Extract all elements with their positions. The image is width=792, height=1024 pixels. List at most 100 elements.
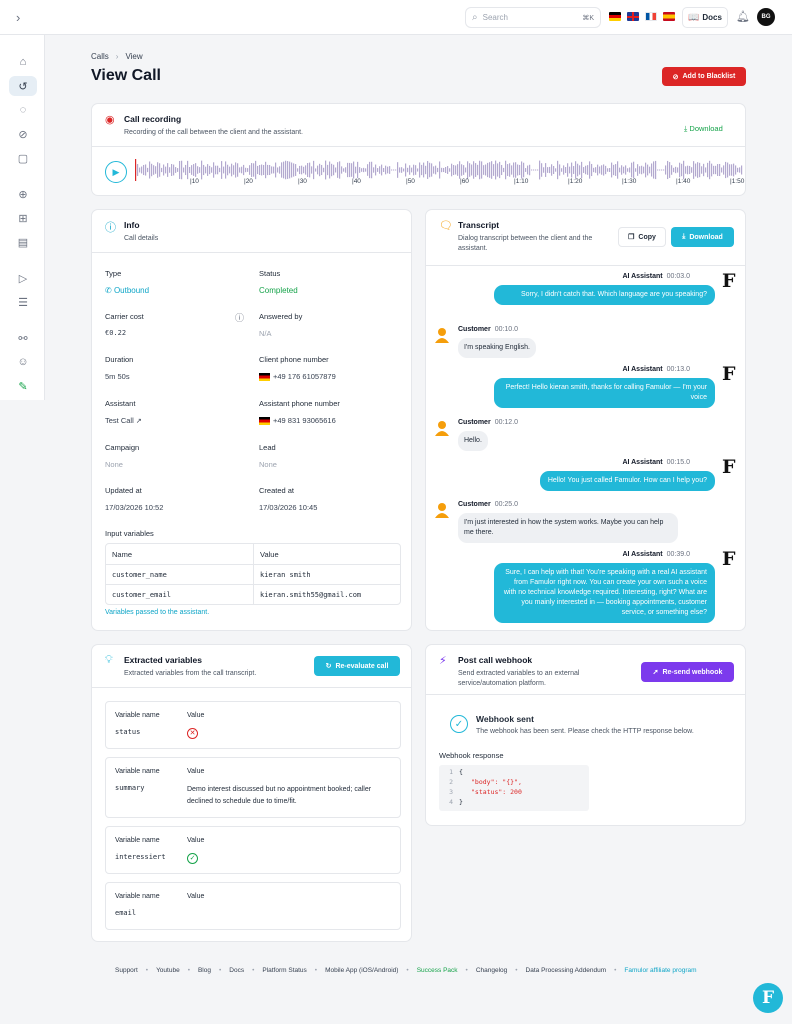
page-title: View Call (91, 67, 161, 84)
created-at-label: Created at (259, 486, 295, 495)
flag-es-icon[interactable] (663, 12, 675, 21)
transcript-messages[interactable]: AI Assistant 00:03.0 F Sorry, I didn't ca… (426, 267, 745, 630)
waveform-bar (637, 164, 639, 176)
waveform-bar (179, 160, 181, 180)
waveform-bar (261, 164, 263, 176)
flag-de-icon[interactable] (609, 12, 621, 21)
famulor-logo-icon: F (722, 548, 736, 570)
x-circle-icon: ✕ (187, 728, 198, 739)
waveform-bar (195, 163, 197, 177)
docs-button[interactable]: 📖 Docs (682, 7, 728, 28)
conversations-icon[interactable]: ▢ (9, 148, 37, 168)
duration-label: Duration (105, 355, 134, 364)
waveform-bar (219, 167, 221, 173)
assistant-name[interactable]: Test Call (105, 416, 134, 425)
waveform-bar (519, 164, 521, 176)
waveform-bar (183, 167, 185, 173)
recording-download-label: Download (689, 124, 723, 133)
waveform-bar (445, 167, 447, 173)
waveform-bar (401, 167, 403, 173)
waveform-bar (615, 164, 617, 176)
waveform-bar (451, 163, 453, 177)
magic-wand-icon[interactable]: ✎ (9, 376, 37, 396)
book-icon: 📖 (688, 12, 700, 22)
footer-link-dpa[interactable]: Data Processing Addendum (526, 967, 607, 974)
search-input[interactable]: ⌕ Search ⌘K (465, 7, 601, 28)
waveform-bar (715, 165, 717, 175)
waveform-bar (367, 164, 369, 176)
resend-webhook-button[interactable]: ➚ Re-send webhook (641, 662, 734, 682)
carrier-cost-value: €0.22 (105, 329, 127, 337)
waveform-bar (375, 164, 377, 176)
waveform-bar (653, 161, 655, 179)
add-to-blacklist-button[interactable]: ⊘ Add to Blacklist (662, 67, 746, 86)
footer-link-docs[interactable]: Docs (229, 967, 244, 974)
chat-icon[interactable]: ◌ (9, 100, 37, 120)
footer-link-support[interactable]: Support (115, 967, 138, 974)
recording-header: ◉ Call recording Recording of the call b… (92, 104, 745, 147)
assistant-value[interactable]: Test Call ↗ (105, 416, 142, 425)
footer-link-success-pack[interactable]: Success Pack (417, 967, 458, 974)
waveform-bar (273, 166, 275, 174)
answered-by-value: N/A (259, 329, 272, 338)
flag-gb-icon[interactable] (627, 12, 639, 21)
reevaluate-call-button[interactable]: ↻ Re-evaluate call (314, 656, 400, 676)
contacts-icon[interactable]: ☰ (9, 292, 37, 312)
post-call-webhook-card: ⚡︎ Post call webhook Send extracted vari… (425, 644, 746, 826)
waveform-bar (719, 163, 721, 177)
input-variables-table: Name Value customer_name kieran smith cu… (105, 543, 401, 605)
waveform-bar (623, 166, 625, 174)
waveform-bar (331, 163, 333, 177)
bell-icon[interactable]: 🔔︎ (736, 10, 750, 23)
waveform-bar (391, 169, 393, 171)
footer-link-blog[interactable]: Blog (198, 967, 211, 974)
waveform-bar (603, 164, 605, 176)
transcript-download-button[interactable]: ⤓ Download (671, 227, 734, 247)
workflow-icon[interactable]: ⚯ (9, 328, 37, 348)
copy-button[interactable]: ❐ Copy (618, 227, 666, 247)
ai-message-bubble: Hello! You just called Famulor. How can … (539, 471, 715, 491)
recording-download-button[interactable]: ⤓ Download (684, 124, 723, 134)
waveform-bar (723, 165, 725, 175)
famulor-chat-button[interactable]: F (753, 983, 783, 1013)
waveform-bar (383, 167, 385, 173)
waveform-bar (541, 163, 543, 177)
transcript-title: Transcript (458, 220, 500, 230)
play-button[interactable]: ▶ (105, 161, 127, 183)
avatar[interactable]: BG (757, 8, 775, 26)
extracted-variable-item: Variable name Value email (105, 882, 401, 930)
expand-sidebar-icon[interactable]: › (16, 10, 20, 25)
transcript-card: 🗨︎ Transcript Dialog transcript between … (425, 209, 746, 631)
language-flags (609, 12, 675, 21)
footer-link-mobile-app[interactable]: Mobile App (iOS/Android) (325, 967, 398, 974)
code-line: 1{ (439, 767, 589, 777)
waveform-bar (729, 164, 731, 176)
user-icon[interactable]: ☺ (9, 352, 37, 372)
lightning-icon: ⚡︎ (439, 655, 447, 667)
waveform-bar (389, 166, 391, 174)
waveform-bar (363, 167, 365, 173)
add-circle-icon[interactable]: ⊕ (9, 184, 37, 204)
building-icon[interactable]: ▤ (9, 232, 37, 252)
apps-icon[interactable]: ⊞ (9, 208, 37, 228)
search-icon: ⌕ (472, 12, 478, 23)
waveform-bar (665, 165, 667, 175)
waveform-bar (659, 169, 661, 171)
external-link-icon[interactable]: ↗ (136, 418, 142, 425)
flag-fr-icon[interactable] (645, 12, 657, 21)
blocked-icon[interactable]: ⊘ (9, 124, 37, 144)
waveform-bar (657, 169, 659, 171)
footer-link-changelog[interactable]: Changelog (476, 967, 507, 974)
variable-name-header: Variable name (115, 768, 160, 775)
home-icon[interactable]: ⌂ (9, 52, 37, 72)
waveform-tick: |1:40 (676, 178, 691, 185)
campaign-icon[interactable]: ▷ (9, 268, 37, 288)
waveform-tick: |50 (406, 178, 415, 185)
footer-link-affiliate[interactable]: Famulor affiliate program (624, 967, 696, 974)
help-icon[interactable]: ⓘ (235, 311, 244, 324)
breadcrumb-calls[interactable]: Calls (91, 52, 109, 61)
calls-history-icon[interactable]: ↺ (9, 76, 37, 96)
waveform-bar (491, 161, 493, 179)
footer-link-youtube[interactable]: Youtube (156, 967, 180, 974)
footer-link-platform-status[interactable]: Platform Status (262, 967, 306, 974)
